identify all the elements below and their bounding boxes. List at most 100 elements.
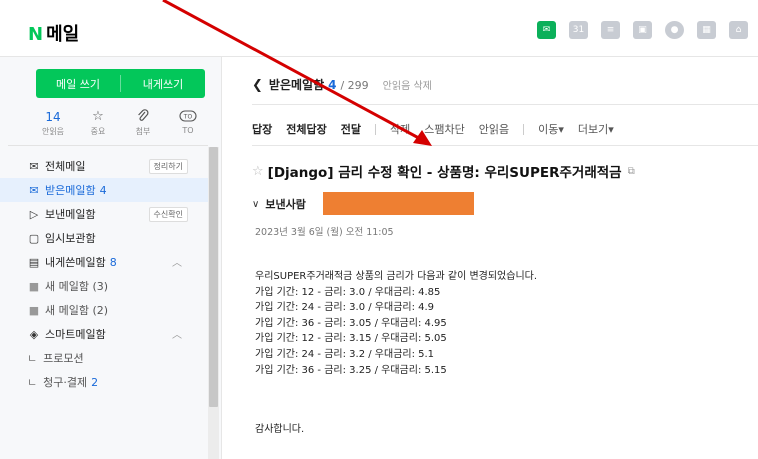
reply-all-button[interactable]: 전체답장 — [286, 121, 326, 137]
chevron-up-icon[interactable]: ︿ — [172, 326, 182, 341]
naver-mail-logo[interactable]: N 메일 — [28, 20, 79, 46]
organize-button[interactable]: 정리하기 — [148, 159, 188, 174]
app-title: 메일 — [46, 24, 80, 45]
sidebar-item-drafts[interactable]: ▢ 임시보관함 — [0, 226, 208, 250]
spam-block-button[interactable]: 스팸차단 — [424, 121, 464, 137]
mail-view: ❮ 받은메일함 4 / 299 안읽음 삭제 답장 전체답장 전달 삭제 스팸차… — [222, 57, 758, 459]
quick-to-label: TO — [182, 126, 194, 135]
calendar-icon[interactable]: 31 — [569, 21, 588, 39]
delete-button[interactable]: 삭제 — [390, 121, 410, 137]
sidebar-divider — [8, 145, 208, 146]
header-divider — [252, 104, 758, 105]
chevron-up-icon[interactable]: ︿ — [172, 254, 182, 269]
body-closing: 감사합니다. — [255, 424, 305, 436]
folder-unread-count: 4 — [328, 78, 337, 92]
sidebar-item-all-mail[interactable]: ✉ 전체메일 정리하기 — [0, 154, 208, 178]
note-icon: ▤ — [28, 255, 40, 269]
smart-icon: ◈ — [29, 327, 39, 341]
chevron-down-icon[interactable]: ∨ — [252, 199, 259, 210]
quick-important[interactable]: ☆ 중요 — [81, 109, 115, 139]
draft-icon: ▢ — [28, 231, 40, 245]
reply-button[interactable]: 답장 — [252, 121, 272, 137]
folder-name[interactable]: 받은메일함 — [269, 76, 324, 93]
star-icon: ☆ — [92, 109, 104, 124]
sender-row: ∨ 보낸사람 — [252, 196, 306, 212]
back-chevron-icon[interactable]: ❮ — [252, 78, 263, 93]
inbox-unread-count: 4 — [99, 183, 107, 197]
compose-button[interactable]: 메일 쓰기 — [36, 69, 120, 98]
more-dropdown[interactable]: 더보기▾ — [578, 121, 614, 137]
tree-branch-icon: ㄴ — [27, 376, 38, 389]
sidebar-item-smart-mail[interactable]: ◈ 스마트메일함 ︿ — [0, 322, 208, 346]
sidebar-item-label: 보낸메일함 — [45, 208, 96, 221]
redacted-sender — [323, 192, 474, 215]
sidebar-item-billing[interactable]: ㄴ 청구·결제 2 — [0, 370, 208, 394]
sidebar-item-label: 임시보관함 — [45, 232, 96, 245]
sidebar-item-new-folder-3[interactable]: ■ 새 메일함 (3) — [0, 274, 208, 298]
toolbar-divider — [523, 123, 525, 135]
to-self-count: 8 — [109, 255, 117, 269]
forward-button[interactable]: 전달 — [341, 121, 361, 137]
to-icon: TO — [179, 109, 197, 125]
sidebar-item-label: 전체메일 — [45, 160, 86, 173]
top-bar: N 메일 ✉ 31 ≡ ▣ ● ▦ ⌂ — [0, 0, 758, 57]
delete-unread-button[interactable]: 안읽음 삭제 — [383, 77, 432, 92]
body-line: 우리SUPER주거래적금 상품의 금리가 다음과 같이 변경되었습니다. — [255, 271, 538, 282]
mail-icon[interactable]: ✉ — [537, 21, 556, 39]
billing-count: 2 — [91, 375, 99, 389]
sidebar-item-inbox[interactable]: ✉ 받은메일함 4 — [0, 178, 208, 202]
quick-unread[interactable]: 14 안읽음 — [36, 109, 70, 139]
sidebar-item-label: 내게쓴메일함 — [45, 256, 106, 269]
top-icons: ✉ 31 ≡ ▣ ● ▦ ⌂ — [537, 21, 748, 39]
folder-icon: ■ — [28, 279, 40, 293]
svg-text:TO: TO — [183, 114, 193, 121]
folder-icon: ■ — [28, 303, 40, 317]
subject-text: [Django] 금리 수정 확인 - 상품명: 우리SUPER주거래적금 — [267, 165, 622, 181]
toolbar-divider — [374, 123, 376, 135]
home-icon[interactable]: ⌂ — [729, 21, 748, 39]
mail-toolbar: 답장 전체답장 전달 삭제 스팸차단 안읽음 이동▾ 더보기▾ — [252, 121, 628, 137]
sidebar-item-to-self[interactable]: ▤ 내게쓴메일함 8 ︿ — [0, 250, 208, 274]
body-line: 가입 기간: 12 - 금리: 3.0 / 우대금리: 4.85 — [255, 286, 441, 298]
naver-n-logo: N — [28, 24, 44, 45]
list-icon[interactable]: ≡ — [601, 21, 620, 39]
sidebar-item-label: 프로모션 — [43, 352, 84, 365]
sidebar-item-label: 스마트메일함 — [45, 328, 106, 341]
body-line: 가입 기간: 12 - 금리: 3.15 / 우대금리: 5.05 — [255, 333, 447, 345]
grid-icon[interactable]: ▦ — [697, 21, 716, 39]
shield-icon[interactable]: ● — [665, 21, 684, 39]
move-dropdown[interactable]: 이동▾ — [538, 121, 564, 137]
sidebar-item-label: 청구·결제 — [43, 376, 88, 389]
star-icon[interactable]: ☆ — [252, 164, 264, 179]
scrollbar-thumb[interactable] — [209, 147, 218, 407]
body-line: 가입 기간: 24 - 금리: 3.2 / 우대금리: 5.1 — [255, 348, 435, 360]
toolbar-divider-line — [252, 145, 758, 146]
sidebar-item-label: 받은메일함 — [45, 184, 96, 197]
unread-count: 14 — [45, 110, 61, 124]
send-icon: ▷ — [29, 207, 39, 221]
open-new-window-icon[interactable]: ⧉ — [628, 166, 635, 177]
sidebar-item-promotion[interactable]: ㄴ 프로모션 — [0, 346, 208, 370]
sidebar-item-sent[interactable]: ▷ 보낸메일함 수신확인 — [0, 202, 208, 226]
mail-body: 우리SUPER주거래적금 상품의 금리가 다음과 같이 변경되었습니다. 가입 … — [255, 269, 537, 438]
body-line: 가입 기간: 36 - 금리: 3.25 / 우대금리: 5.15 — [255, 364, 447, 376]
mail-subject: ☆ [Django] 금리 수정 확인 - 상품명: 우리SUPER주거래적금 … — [252, 161, 635, 182]
inbox-icon: ✉ — [29, 183, 39, 197]
compose-to-self-button[interactable]: 내게쓰기 — [121, 69, 205, 98]
folder-total-count: / 299 — [340, 79, 369, 92]
read-receipt-button[interactable]: 수신확인 — [148, 207, 188, 222]
sidebar-item-label: 새 메일함 (3) — [45, 280, 109, 293]
quick-unread-label: 안읽음 — [41, 127, 65, 136]
sidebar-item-new-folder-2[interactable]: ■ 새 메일함 (2) — [0, 298, 208, 322]
quick-attachment[interactable]: 첨부 — [126, 109, 160, 139]
tree-branch-icon: ㄴ — [27, 352, 38, 365]
contacts-icon[interactable]: ▣ — [633, 21, 652, 39]
sidebar: 메일 쓰기 내게쓰기 14 안읽음 ☆ 중요 첨부 TO TO ✉ 전체메일 정… — [0, 57, 222, 459]
quick-important-label: 중요 — [90, 127, 106, 136]
sidebar-item-label: 새 메일함 (2) — [45, 304, 109, 317]
folder-list: ✉ 전체메일 정리하기 ✉ 받은메일함 4 ▷ 보낸메일함 수신확인 ▢ 임시보… — [0, 154, 208, 394]
sidebar-scrollbar[interactable] — [208, 147, 219, 459]
quick-to[interactable]: TO TO — [171, 109, 205, 139]
body-line: 가입 기간: 24 - 금리: 3.0 / 우대금리: 4.9 — [255, 302, 435, 314]
mark-unread-button[interactable]: 안읽음 — [479, 121, 509, 137]
